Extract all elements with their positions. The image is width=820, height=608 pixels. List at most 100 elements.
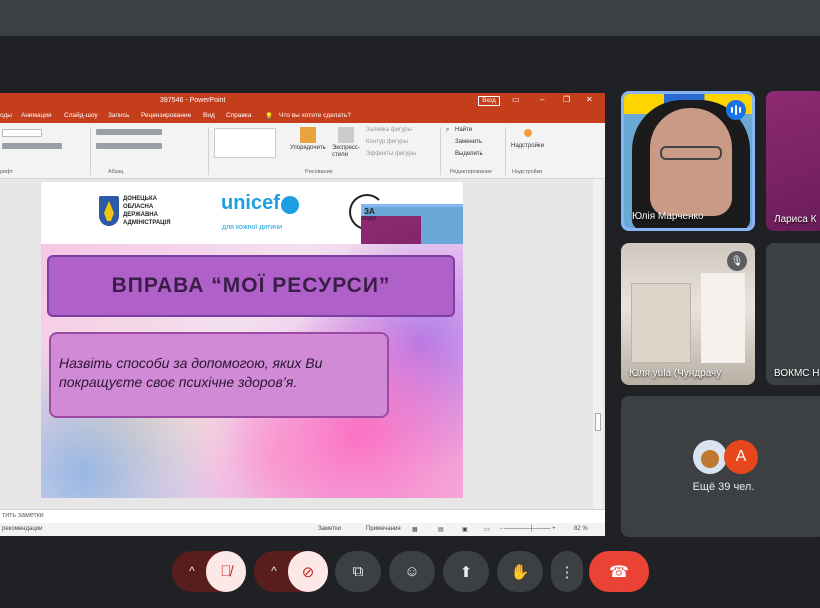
avatar: А	[724, 440, 758, 474]
zoom-level[interactable]: 82 %	[574, 526, 588, 532]
participant-name: Юля yula (Чундрачу	[629, 368, 722, 379]
unicef-globe-icon	[281, 196, 299, 214]
more-icon[interactable]: ⋮	[551, 551, 583, 592]
close-icon[interactable]: ✕	[586, 95, 593, 104]
tab-transitions[interactable]: оды	[0, 112, 12, 119]
slide-title: ВПРАВА “МОЇ РЕСУРСИ”	[47, 255, 455, 317]
scrollbar-thumb[interactable]	[595, 413, 601, 431]
arrange-icon	[300, 127, 316, 143]
mic-off-icon: 🎙	[727, 251, 747, 271]
end-call-icon[interactable]: ☎	[589, 551, 649, 592]
raise-hand-icon[interactable]: ✋	[497, 551, 543, 592]
tab-review[interactable]: Рецензирование	[141, 112, 191, 119]
slideshow-icon[interactable]: ▭	[484, 526, 490, 533]
document-title: 397546 - PowerPoint	[160, 97, 226, 104]
participant-tile[interactable]: 🎙 Юля yula (Чундрачу	[621, 243, 755, 385]
align-icons[interactable]	[96, 143, 162, 149]
participant-tile[interactable]: Лариса К	[766, 91, 820, 231]
participant-tile[interactable]: Юлія Марченко	[621, 91, 755, 231]
speaking-icon	[726, 100, 746, 120]
camera-options-caret-icon[interactable]: ^	[266, 563, 282, 579]
tell-me-search[interactable]: Что вы хотите сделать?	[279, 112, 351, 119]
divider	[440, 127, 441, 175]
top-bar	[0, 0, 820, 36]
slide-body-text: Назвіть способи за допомогою, яких Ви по…	[49, 332, 389, 418]
emoji-icon[interactable]: ☺	[389, 551, 435, 592]
powerpoint-title-bar: 397546 - PowerPoint Вход ▭ – ❐ ✕	[0, 93, 605, 109]
quick-styles-icon	[338, 127, 354, 143]
notes-pane[interactable]: тить заметки	[0, 509, 605, 523]
font-format-icons[interactable]	[2, 143, 62, 149]
group-drawing-label: Рисование	[305, 169, 333, 175]
ukraine-trident-emblem	[99, 196, 119, 226]
present-icon[interactable]: ⬆	[443, 551, 489, 592]
participant-name: Юлія Марченко	[632, 211, 704, 222]
restore-icon[interactable]: ❐	[563, 95, 570, 104]
shape-fill-button[interactable]: Заливка фигуры	[366, 127, 412, 133]
camera-off-icon[interactable]: ⊘	[288, 551, 328, 592]
group-addins-label: Надстройки	[512, 169, 543, 175]
participant-face	[650, 108, 732, 216]
slide-sorter-icon[interactable]: ▤	[438, 526, 444, 533]
font-size-box[interactable]	[2, 129, 42, 137]
more-participants-count: Ещё 39 чел.	[692, 481, 755, 493]
tab-help[interactable]: Справка	[226, 112, 252, 119]
ribbon: рифт Абзац Упорядочить Экспресс-стили За…	[0, 123, 605, 179]
ribbon-display-icon[interactable]: ▭	[512, 95, 520, 104]
ribbon-tabs: оды Анимация Слайд-шоу Запись Рецензиров…	[0, 109, 605, 123]
participant-video	[631, 283, 691, 363]
mic-options-caret-icon[interactable]: ^	[184, 563, 200, 579]
normal-view-icon[interactable]: ▦	[412, 526, 418, 533]
signin-button[interactable]: Вход	[478, 96, 500, 106]
find-button[interactable]: Найти	[455, 127, 472, 133]
more-participants-tile[interactable]: А Ещё 39 чел.	[621, 396, 820, 537]
quick-styles-button[interactable]: Экспресс-стили	[332, 145, 360, 159]
tab-record[interactable]: Запись	[108, 112, 129, 119]
mic-off-icon[interactable]: 🎙̸	[206, 551, 246, 592]
addins-button[interactable]: Надстройки	[511, 143, 544, 149]
addins-icon	[524, 129, 532, 137]
reading-view-icon[interactable]: ▣	[462, 526, 468, 533]
group-paragraph-label: Абзац	[108, 169, 124, 175]
tab-view[interactable]: Вид	[203, 112, 215, 119]
notes-toggle[interactable]: Заметки	[318, 526, 341, 532]
slide-workspace: ДОНЕЦЬКА ОБЛАСНА ДЕРЖАВНА АДМІНІСТРАЦІЯ …	[0, 179, 605, 509]
unicef-logo: unicef	[221, 192, 280, 214]
divider	[505, 127, 506, 175]
admin-text: ДОНЕЦЬКА ОБЛАСНА ДЕРЖАВНА АДМІНІСТРАЦІЯ	[123, 196, 171, 226]
group-font-label: рифт	[0, 169, 14, 175]
shape-effects-button[interactable]: Эффекты фигуры	[366, 151, 416, 157]
tab-animation[interactable]: Анимация	[21, 112, 52, 119]
shapes-gallery[interactable]	[214, 128, 276, 158]
group-editing-label: Редактирование	[450, 169, 492, 175]
vertical-scrollbar[interactable]	[593, 179, 603, 509]
replace-button[interactable]: Заменить	[455, 139, 482, 145]
shape-outline-button[interactable]: Контур фигуры	[366, 139, 408, 145]
status-bar: рекомендации Заметки Примечания ▦ ▤ ▣ ▭ …	[0, 523, 605, 536]
camera-control-group: ^ ⊘	[254, 551, 328, 592]
unicef-subtitle: для кожної дитини	[222, 224, 283, 231]
divider	[208, 127, 209, 175]
select-button[interactable]: Выделить	[455, 151, 483, 157]
zoom-slider[interactable]: - ──────┼──── +	[500, 526, 556, 532]
slide[interactable]: ДОНЕЦЬКА ОБЛАСНА ДЕРЖАВНА АДМІНІСТРАЦІЯ …	[41, 182, 463, 498]
comments-toggle[interactable]: Примечания	[366, 526, 401, 532]
find-icon: ⌕	[446, 127, 450, 133]
za-hody-logo: ЗА ХОДИ	[349, 194, 463, 356]
notes-placeholder: тить заметки	[2, 512, 44, 519]
participant-name: Лариса К	[774, 214, 817, 225]
mic-control-group: ^ 🎙̸	[172, 551, 246, 592]
arrange-button[interactable]: Упорядочить	[290, 145, 326, 151]
avatar	[693, 440, 727, 474]
divider	[90, 127, 91, 175]
slide-logos: ДОНЕЦЬКА ОБЛАСНА ДЕРЖАВНА АДМІНІСТРАЦІЯ …	[41, 182, 463, 356]
glasses	[660, 146, 722, 160]
minimize-icon[interactable]: –	[540, 95, 544, 104]
tab-slideshow[interactable]: Слайд-шоу	[64, 112, 98, 119]
captions-icon[interactable]: ⧉	[335, 551, 381, 592]
list-icons[interactable]	[96, 129, 162, 135]
participant-name: ВОКМС Н	[774, 368, 820, 379]
participant-tile[interactable]: ВОКМС Н	[766, 243, 820, 385]
participant-video-detail	[701, 273, 745, 363]
shared-screen: 397546 - PowerPoint Вход ▭ – ❐ ✕ оды Ани…	[0, 93, 605, 536]
